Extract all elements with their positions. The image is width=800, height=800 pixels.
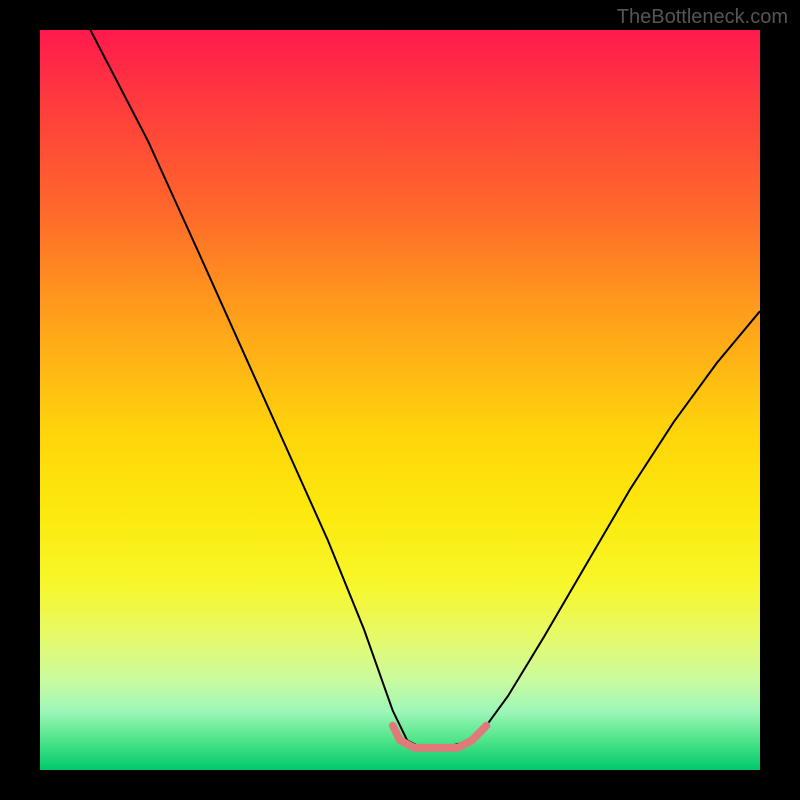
watermark-text: TheBottleneck.com	[617, 6, 788, 29]
chart-svg	[40, 30, 760, 770]
chart-plot-area	[40, 30, 760, 770]
bottleneck-curve	[90, 30, 760, 748]
optimal-band	[393, 726, 487, 748]
